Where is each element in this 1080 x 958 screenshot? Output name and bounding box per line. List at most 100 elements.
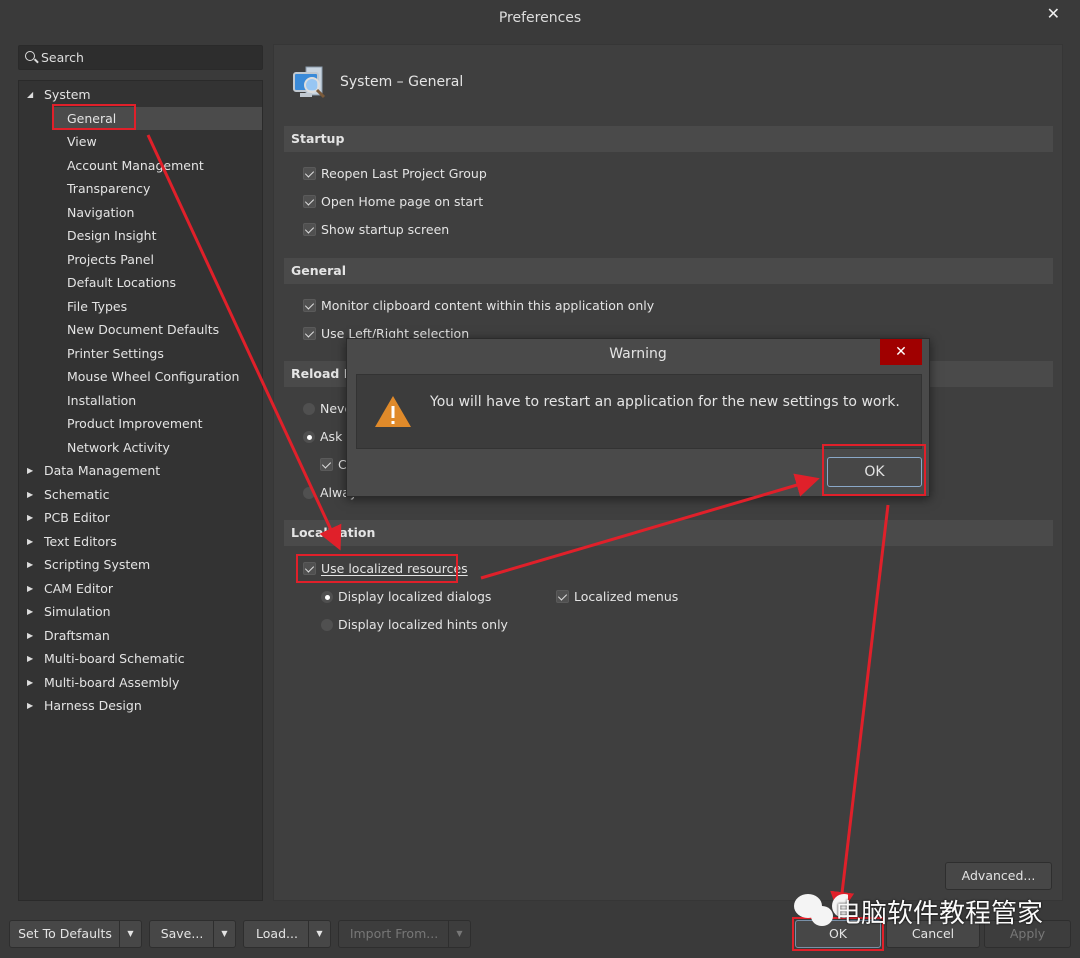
tree-item-system[interactable]: ◢ System bbox=[19, 83, 262, 106]
tree-item-installation[interactable]: Installation bbox=[19, 389, 262, 412]
tree-item-label: Schematic bbox=[44, 486, 110, 502]
search-icon bbox=[25, 51, 35, 61]
window-close-button[interactable]: ✕ bbox=[1047, 4, 1060, 23]
tree-item-label: New Document Defaults bbox=[67, 322, 220, 337]
expand-icon[interactable]: ▶ bbox=[27, 624, 33, 647]
tree-item-simulation[interactable]: ▶ Simulation bbox=[19, 600, 262, 623]
label: Open Home page on start bbox=[321, 194, 484, 209]
expand-icon[interactable]: ▶ bbox=[27, 694, 33, 717]
expand-icon[interactable]: ◢ bbox=[27, 83, 33, 106]
annotation-box bbox=[296, 554, 458, 583]
dropdown-arrow-icon[interactable]: ▼ bbox=[119, 921, 141, 947]
tree-item-label: Navigation bbox=[67, 204, 135, 220]
expand-icon[interactable]: ▶ bbox=[27, 647, 33, 670]
localized-menus-checkbox[interactable]: Localized menus bbox=[556, 587, 678, 607]
tree-item-draftsman[interactable]: ▶ Draftsman bbox=[19, 624, 262, 647]
tree-item-harness-design[interactable]: ▶ Harness Design bbox=[19, 694, 262, 717]
tree-item-label: PCB Editor bbox=[44, 510, 110, 525]
tree-item-label: CAM Editor bbox=[44, 580, 114, 596]
label: Save... bbox=[160, 926, 204, 941]
tree-item-account-management[interactable]: Account Management bbox=[19, 154, 262, 177]
label: Display localized dialogs bbox=[338, 589, 492, 604]
reopen-last-project-checkbox[interactable]: Reopen Last Project Group bbox=[303, 164, 487, 184]
tree-item-label: Transparency bbox=[67, 181, 151, 196]
dialog-message: You will have to restart an application … bbox=[430, 394, 900, 410]
expand-icon[interactable]: ▶ bbox=[27, 600, 33, 623]
tree-item-multi-board-assembly[interactable]: ▶ Multi-board Assembly bbox=[19, 671, 262, 694]
tree-item-label: Text Editors bbox=[44, 533, 117, 549]
tree-item-view[interactable]: View bbox=[19, 130, 262, 153]
checkbox-icon bbox=[303, 299, 316, 312]
radio-icon bbox=[303, 403, 315, 415]
tree-item-data-management[interactable]: ▶ Data Management bbox=[19, 459, 262, 482]
tree-item-label: Simulation bbox=[44, 604, 111, 619]
section-localization: Localization bbox=[284, 520, 1053, 546]
localized-hints-radio[interactable]: Display localized hints only bbox=[321, 615, 508, 635]
dialog-body: You will have to restart an application … bbox=[356, 374, 922, 449]
advanced-button[interactable]: Advanced... bbox=[945, 862, 1052, 890]
page-title: System – General bbox=[340, 74, 464, 90]
tree-item-projects-panel[interactable]: Projects Panel bbox=[19, 248, 262, 271]
tree-item-default-locations[interactable]: Default Locations bbox=[19, 271, 262, 294]
set-to-defaults-button[interactable]: Set To Defaults ▼ bbox=[9, 920, 142, 948]
dropdown-arrow-icon[interactable]: ▼ bbox=[213, 921, 235, 947]
tree-item-label: Projects Panel bbox=[67, 251, 154, 267]
monitor-clipboard-checkbox[interactable]: Monitor clipboard content within this ap… bbox=[303, 296, 654, 316]
tree-item-product-improvement[interactable]: Product Improvement bbox=[19, 412, 262, 435]
tree-item-label: Harness Design bbox=[44, 698, 142, 713]
expand-icon[interactable]: ▶ bbox=[27, 506, 33, 529]
import-from-button[interactable]: Import From... ▼ bbox=[338, 920, 471, 948]
tree-item-label: View bbox=[67, 134, 97, 149]
save-button[interactable]: Save... ▼ bbox=[149, 920, 236, 948]
label: Localized menus bbox=[574, 589, 679, 604]
checkbox-icon bbox=[303, 167, 316, 180]
tree-item-pcb-editor[interactable]: ▶ PCB Editor bbox=[19, 506, 262, 529]
load-button[interactable]: Load... ▼ bbox=[243, 920, 331, 948]
tree-item-new-document-defaults[interactable]: New Document Defaults bbox=[19, 318, 262, 341]
tree-item-label: Installation bbox=[67, 392, 137, 408]
expand-icon[interactable]: ▶ bbox=[27, 671, 33, 694]
search-input[interactable]: Search bbox=[18, 45, 263, 70]
radio-icon bbox=[321, 591, 333, 603]
checkbox-icon bbox=[556, 590, 569, 603]
expand-icon[interactable]: ▶ bbox=[27, 483, 33, 506]
tree-item-file-types[interactable]: File Types bbox=[19, 295, 262, 318]
expand-icon[interactable]: ▶ bbox=[27, 530, 33, 553]
tree-item-schematic[interactable]: ▶ Schematic bbox=[19, 483, 262, 506]
open-home-page-checkbox[interactable]: Open Home page on start bbox=[303, 192, 483, 212]
tree-item-label: Scripting System bbox=[44, 557, 151, 572]
dropdown-arrow-icon[interactable]: ▼ bbox=[448, 921, 470, 947]
reload-sub-checkbox[interactable]: C bbox=[320, 455, 347, 475]
tree-item-network-activity[interactable]: Network Activity bbox=[19, 436, 262, 459]
window-title: Preferences bbox=[498, 10, 582, 26]
checkbox-icon bbox=[320, 458, 333, 471]
tree-item-text-editors[interactable]: ▶ Text Editors bbox=[19, 530, 262, 553]
expand-icon[interactable]: ▶ bbox=[27, 459, 33, 482]
dropdown-arrow-icon[interactable]: ▼ bbox=[308, 921, 330, 947]
tree-item-label: System bbox=[44, 87, 91, 102]
radio-icon bbox=[321, 619, 333, 631]
warning-icon bbox=[375, 396, 411, 427]
watermark: 电脑软件教程管家 bbox=[835, 899, 1044, 929]
tree-item-navigation[interactable]: Navigation bbox=[19, 201, 262, 224]
tree-item-transparency[interactable]: Transparency bbox=[19, 177, 262, 200]
radio-icon bbox=[303, 431, 315, 443]
expand-icon[interactable]: ▶ bbox=[27, 553, 33, 576]
localized-dialogs-radio[interactable]: Display localized dialogs bbox=[321, 587, 491, 607]
tree-item-mouse-wheel-configuration[interactable]: Mouse Wheel Configuration bbox=[19, 365, 262, 388]
tree-item-design-insight[interactable]: Design Insight bbox=[19, 224, 262, 247]
label: Reopen Last Project Group bbox=[321, 166, 487, 181]
reload-never-radio[interactable]: Neve bbox=[303, 399, 352, 419]
tree-item-label: Multi-board Schematic bbox=[44, 651, 185, 666]
section-general: General bbox=[284, 258, 1053, 284]
checkbox-icon bbox=[303, 223, 316, 236]
tree-item-printer-settings[interactable]: Printer Settings bbox=[19, 342, 262, 365]
tree-item-label: Draftsman bbox=[44, 627, 110, 643]
tree-item-scripting-system[interactable]: ▶ Scripting System bbox=[19, 553, 262, 576]
expand-icon[interactable]: ▶ bbox=[27, 577, 33, 600]
tree-item-cam-editor[interactable]: ▶ CAM Editor bbox=[19, 577, 262, 600]
show-startup-screen-checkbox[interactable]: Show startup screen bbox=[303, 220, 449, 240]
tree-item-multi-board-schematic[interactable]: ▶ Multi-board Schematic bbox=[19, 647, 262, 670]
radio-icon bbox=[303, 487, 315, 499]
dialog-close-button[interactable]: ✕ bbox=[880, 339, 922, 365]
